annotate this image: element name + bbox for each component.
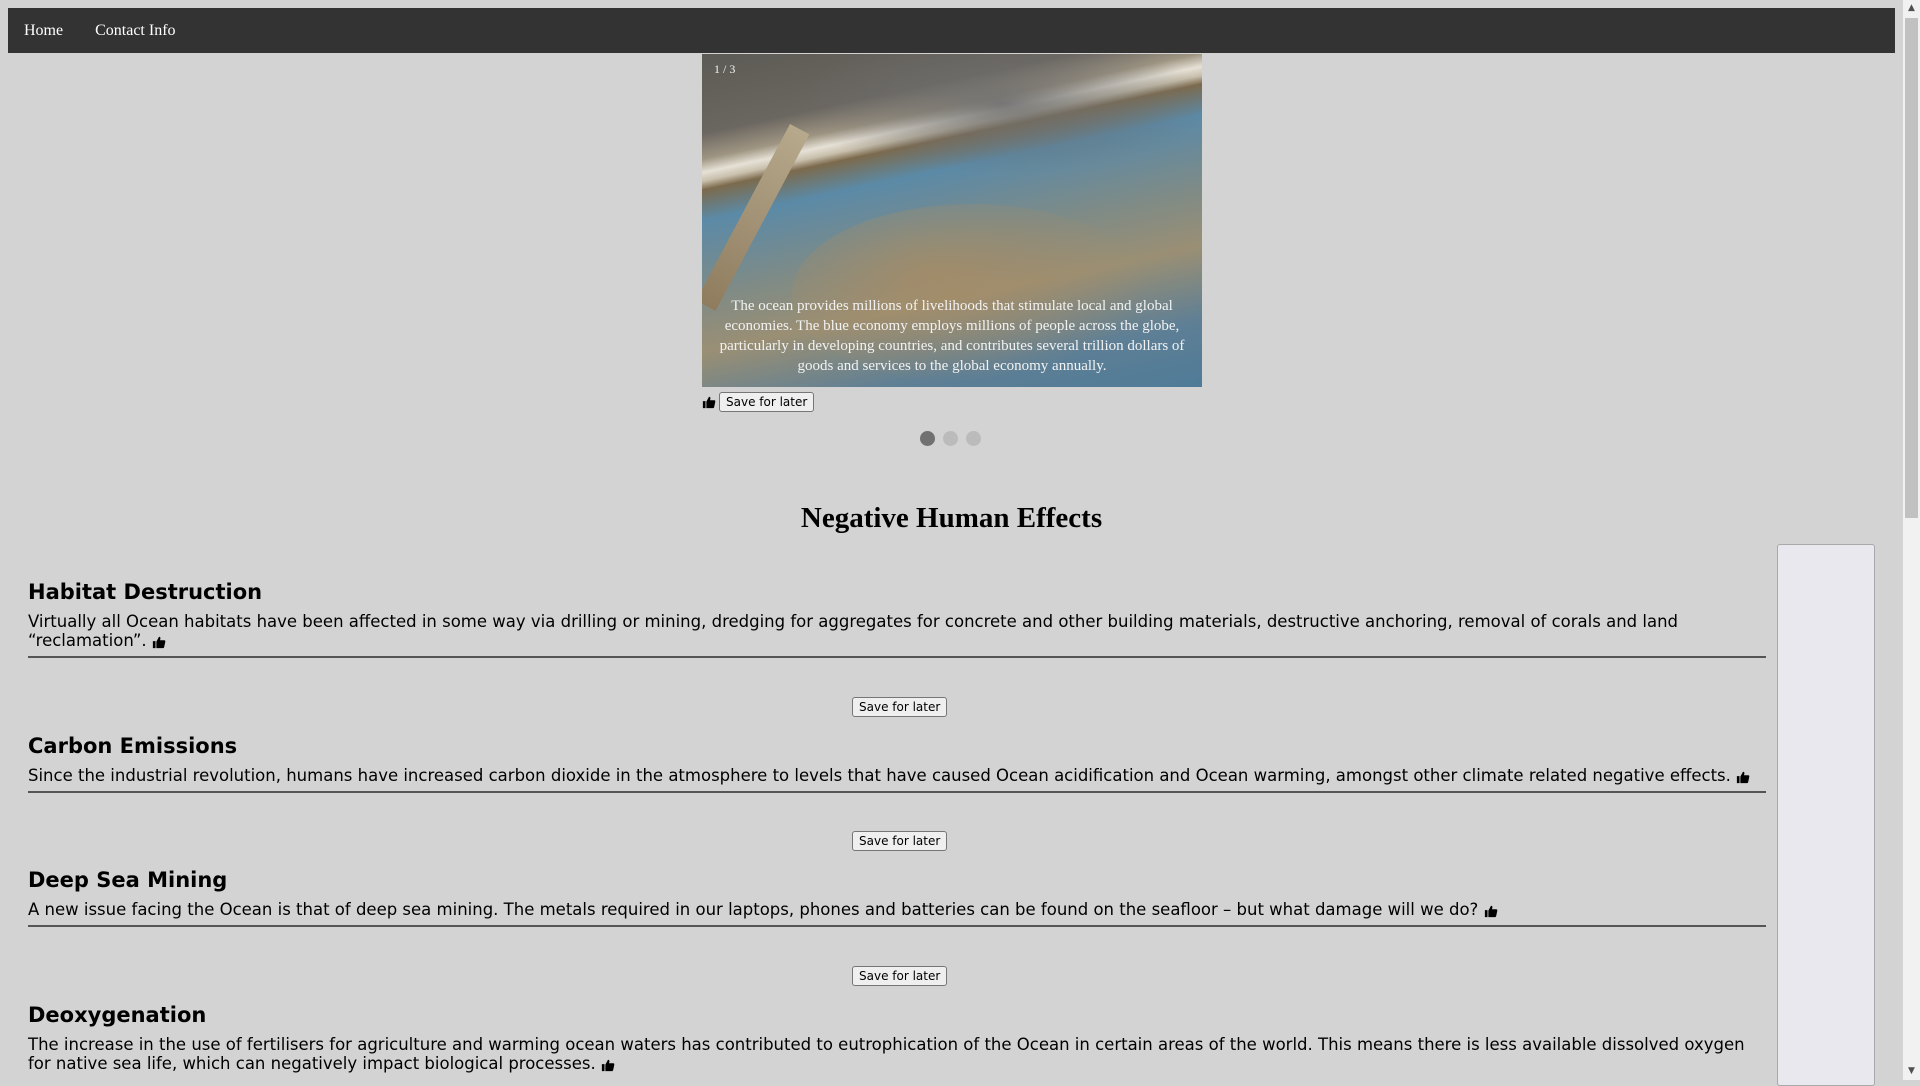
- slide-counter: 1 / 3: [714, 62, 736, 76]
- thumbs-up-icon[interactable]: [601, 1058, 615, 1072]
- scroll-down-icon[interactable]: ▼: [1903, 1063, 1920, 1080]
- article-body: A new issue facing the Ocean is that of …: [28, 900, 1766, 919]
- article-title: Habitat Destruction: [28, 580, 263, 604]
- thumbs-up-icon[interactable]: [152, 635, 166, 649]
- article-save-button[interactable]: Save for later: [852, 697, 948, 717]
- article-body: Since the industrial revolution, humans …: [28, 766, 1766, 785]
- scroll-up-icon[interactable]: ▲: [1903, 0, 1920, 17]
- thumbs-up-icon[interactable]: [1736, 770, 1750, 784]
- article-body: The increase in the use of fertilisers f…: [28, 1035, 1745, 1073]
- slide-actions: Save for later: [702, 392, 815, 412]
- top-nav-bar: Home Contact Info: [8, 8, 1895, 53]
- article-title: Deep Sea Mining: [28, 868, 228, 892]
- article-divider: [28, 656, 1766, 658]
- slide-dot-3[interactable]: [966, 431, 981, 446]
- slide-dot-1[interactable]: [920, 431, 935, 446]
- page-scrollbar[interactable]: ▲ ▼: [1903, 0, 1920, 1080]
- article-deoxygenation: Deoxygenation The increase in the use of…: [28, 1003, 1766, 1073]
- thumbs-up-icon[interactable]: [702, 395, 716, 409]
- article-divider: [28, 925, 1766, 927]
- nav-home-link[interactable]: Home: [8, 22, 79, 40]
- article-title: Carbon Emissions: [28, 734, 238, 758]
- section-title: Negative Human Effects: [800, 502, 1103, 535]
- article-divider: [28, 791, 1766, 793]
- nav-contact-link[interactable]: Contact Info: [79, 22, 191, 40]
- slideshow: 1 / 3 The ocean provides millions of liv…: [702, 54, 1202, 387]
- article-deep-sea-mining: Deep Sea Mining A new issue facing the O…: [28, 868, 1766, 927]
- slide-caption: The ocean provides millions of livelihoo…: [719, 298, 1185, 374]
- article-title: Deoxygenation: [28, 1003, 207, 1027]
- slide-dots: [920, 431, 981, 446]
- article-save-button[interactable]: Save for later: [852, 966, 948, 986]
- thumbs-up-icon[interactable]: [1484, 904, 1498, 918]
- slide-save-button[interactable]: Save for later: [719, 392, 815, 412]
- article-body: Virtually all Ocean habitats have been a…: [28, 612, 1679, 650]
- article-carbon-emissions: Carbon Emissions Since the industrial re…: [28, 734, 1766, 793]
- article-save-button[interactable]: Save for later: [852, 831, 948, 851]
- scrollbar-thumb[interactable]: [1905, 18, 1918, 518]
- article-habitat-destruction: Habitat Destruction Virtually all Ocean …: [28, 580, 1766, 658]
- slide-dot-2[interactable]: [943, 431, 958, 446]
- saved-items-panel[interactable]: [1777, 544, 1875, 1086]
